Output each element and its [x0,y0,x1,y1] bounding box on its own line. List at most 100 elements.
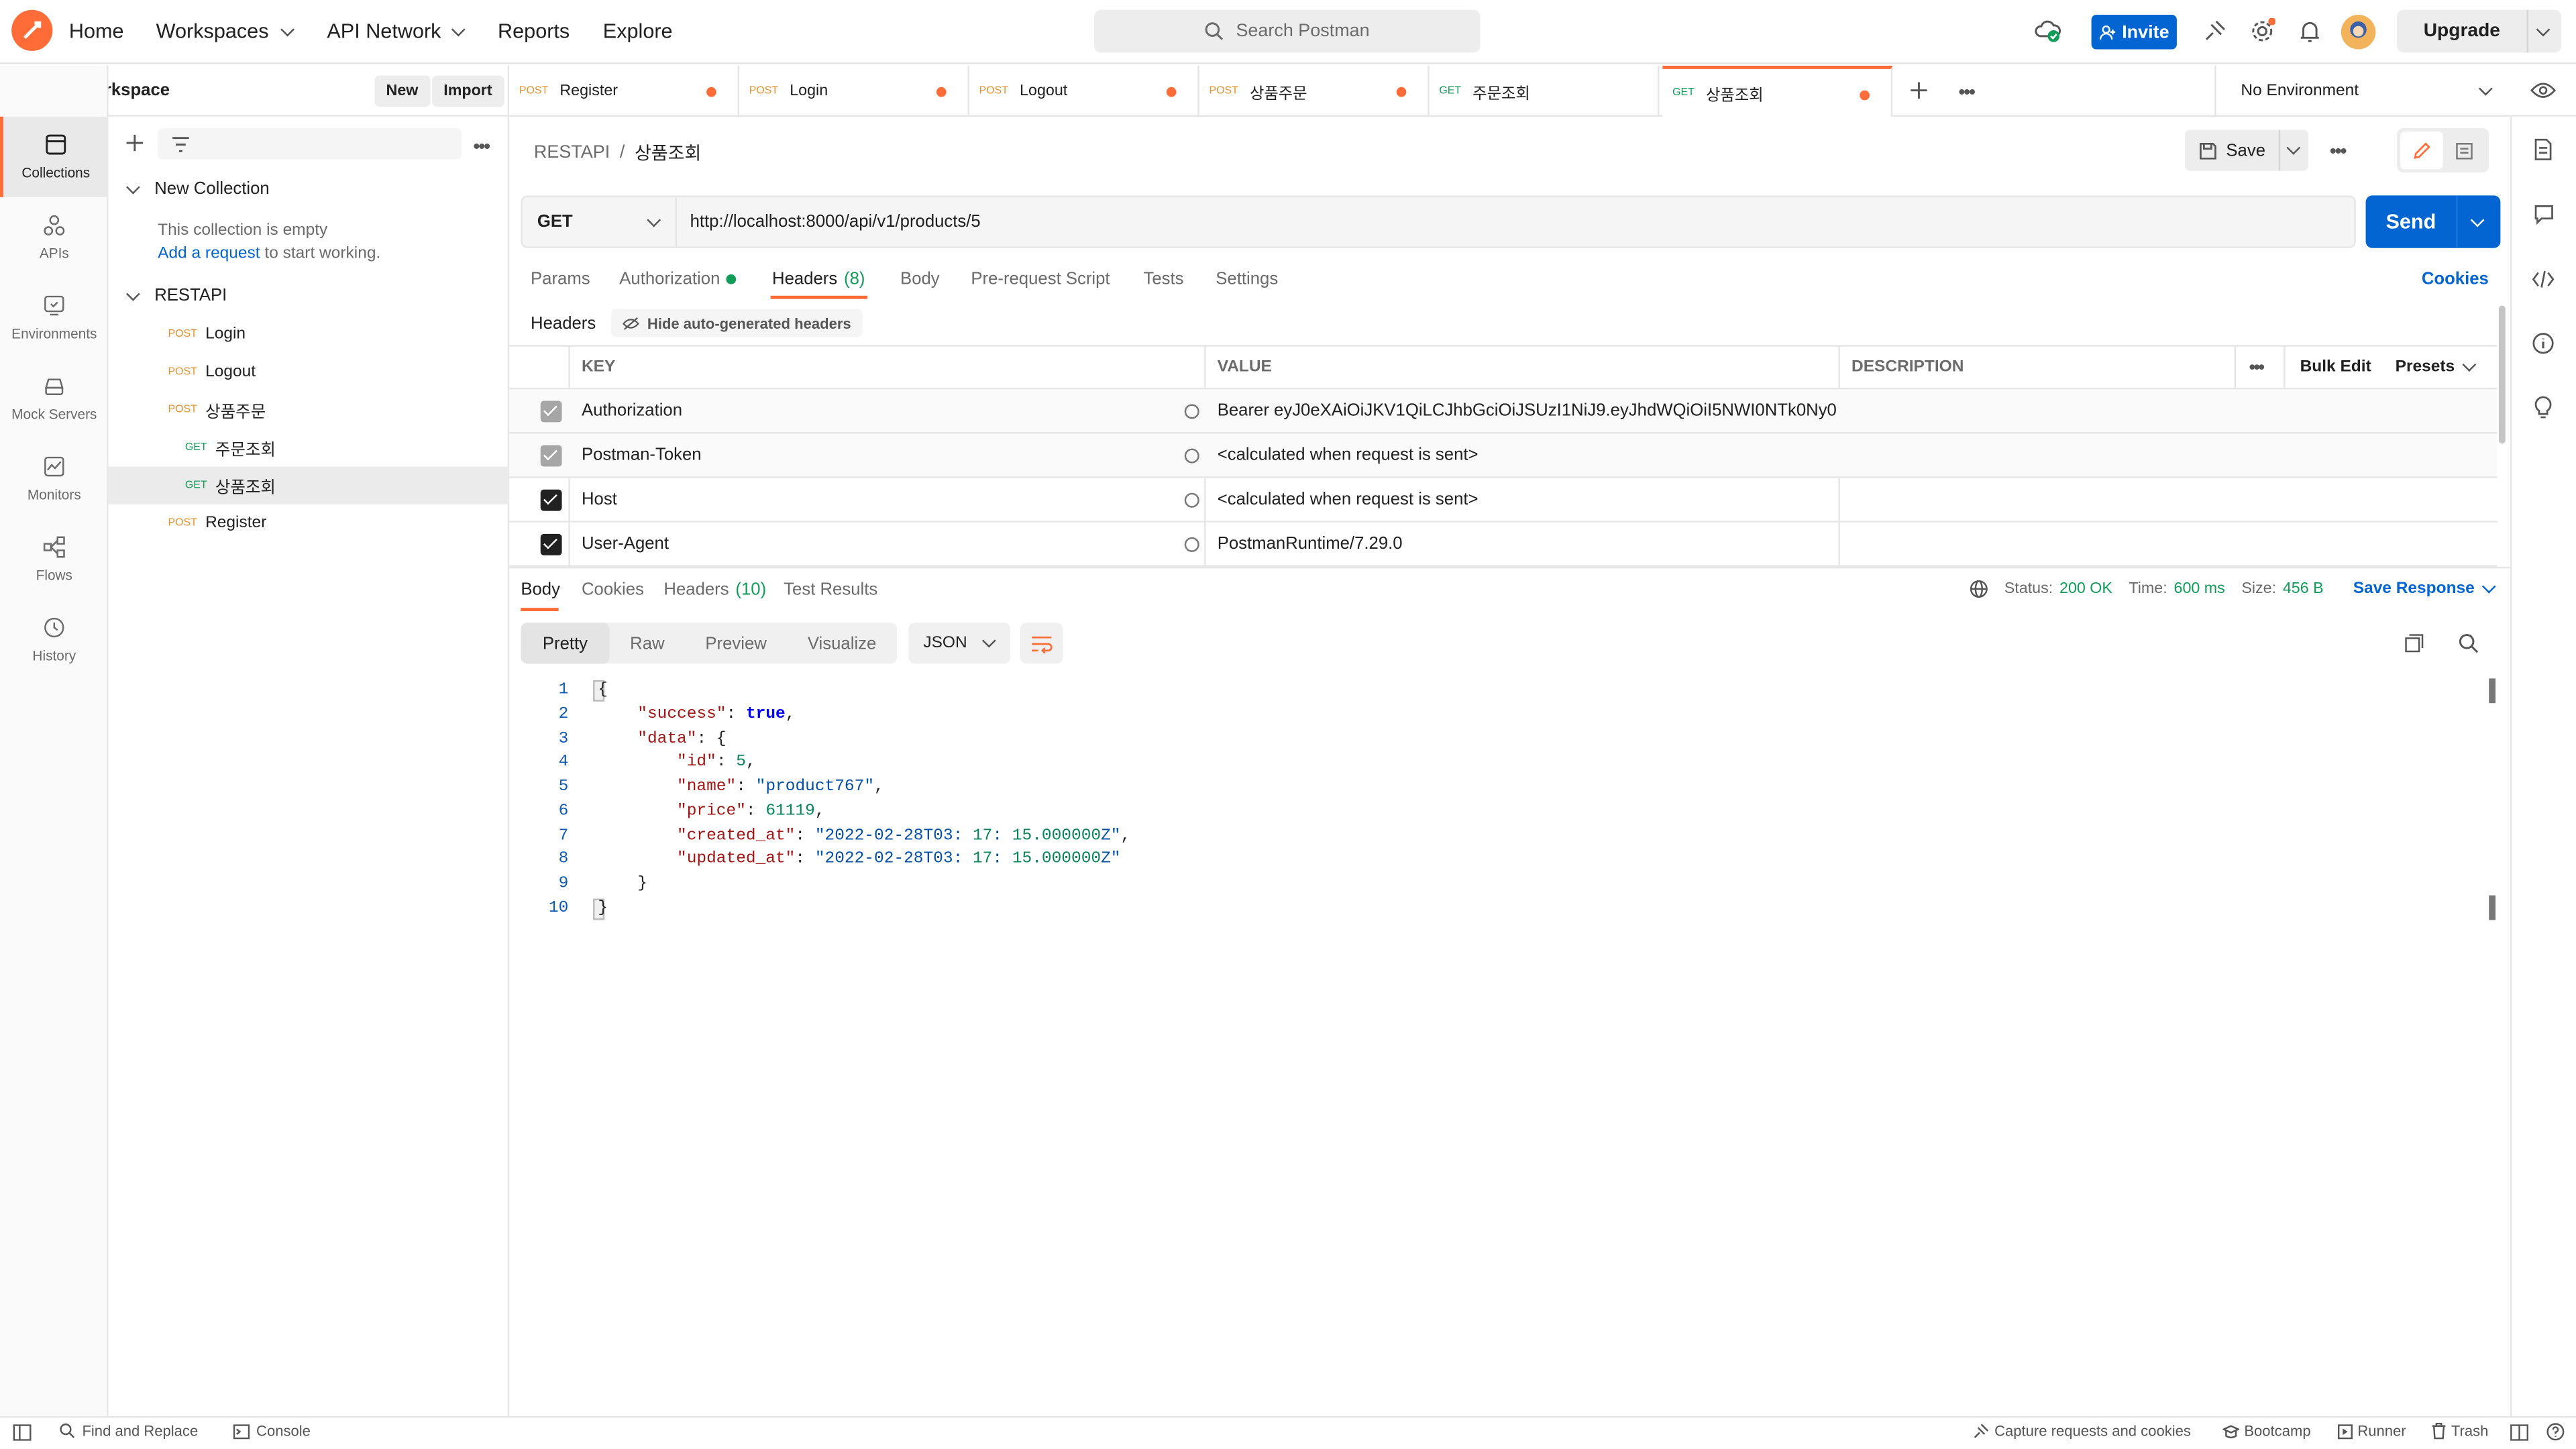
header-enabled-checkbox[interactable] [540,445,562,467]
nav-home[interactable]: Home [69,19,124,42]
method-select[interactable]: GET [523,197,677,247]
comments-icon[interactable] [2533,204,2555,225]
view-visualize[interactable]: Visualize [787,623,897,663]
response-tab-test-results[interactable]: Test Results [784,580,877,599]
capture-button[interactable]: Capture requests and cookies [1973,1423,2191,1439]
rail-flows[interactable]: Flows [0,519,109,600]
info-icon[interactable] [1184,492,1199,507]
header-enabled-checkbox[interactable] [540,489,562,511]
sidebar-item-login[interactable]: POST Login [109,315,510,353]
tab-settings[interactable]: Settings [1216,270,1278,289]
copy-icon[interactable] [2404,633,2425,654]
invite-button[interactable]: Invite [2091,15,2177,50]
hide-auto-headers-button[interactable]: Hide auto-generated headers [611,309,863,337]
rail-environments[interactable]: Environments [0,278,109,358]
documentation-icon[interactable] [2533,138,2553,161]
size-value[interactable]: 456 B [2283,580,2324,598]
wrap-lines-button[interactable] [1020,623,1063,664]
format-select[interactable]: JSON [908,623,1011,664]
tabs-more-icon[interactable]: ••• [1958,80,1976,103]
chevron-down-icon[interactable] [2286,141,2301,155]
cloud-sync-icon[interactable] [2034,18,2062,44]
send-button[interactable]: Send [2365,195,2501,248]
tab-pre-request-script[interactable]: Pre-request Script [971,270,1110,289]
tab-params[interactable]: Params [531,270,590,289]
tab-authorization[interactable]: Authorization [619,270,737,289]
response-tab-body[interactable]: Body [521,580,560,599]
sidebar-item-product-order[interactable]: POST 상품주문 [109,391,510,429]
import-button[interactable]: Import [432,75,504,107]
code-snippet-icon[interactable] [2532,270,2555,289]
request-more-icon[interactable]: ••• [2330,140,2347,162]
bootcamp-button[interactable]: Bootcamp [2222,1423,2311,1439]
sidebar-item-order-lookup[interactable]: GET 주문조회 [109,429,510,466]
headers-scrollbar[interactable] [2498,305,2506,444]
info-icon[interactable] [1184,403,1199,419]
tab-order-lookup[interactable]: GET 주문조회 [1430,65,1660,117]
view-raw[interactable]: Raw [610,623,686,663]
info-icon[interactable] [1184,536,1199,551]
search-response-icon[interactable] [2458,633,2479,654]
tab-product-order[interactable]: POST 상품주문 [1199,65,1430,117]
upgrade-button[interactable]: Upgrade [2397,9,2561,53]
bulk-edit-button[interactable]: Bulk Edit [2300,358,2371,376]
nav-explore[interactable]: Explore [603,19,673,42]
tab-body[interactable]: Body [900,270,940,289]
postman-logo-icon[interactable] [11,9,53,51]
tab-login[interactable]: POST Login [739,65,969,117]
breadcrumb-current[interactable]: 상품조회 [635,140,701,166]
response-tab-cookies[interactable]: Cookies [582,580,644,599]
status-value[interactable]: 200 OK [2059,580,2112,598]
rail-collections[interactable]: Collections [0,116,109,197]
lightbulb-icon[interactable] [2533,394,2553,419]
info-icon[interactable] [1184,447,1199,463]
satellite-icon[interactable] [2203,19,2226,42]
sidebar-item-product-lookup[interactable]: GET 상품조회 [108,466,510,504]
view-pretty[interactable]: Pretty [521,623,610,664]
search-input[interactable]: Search Postman [1094,9,1481,53]
rail-mock-servers[interactable]: Mock Servers [0,358,109,439]
documentation-mode-icon[interactable] [2443,131,2486,169]
collection-restapi[interactable]: RESTAPI [125,286,227,306]
avatar[interactable] [2341,15,2376,50]
save-response-button[interactable]: Save Response [2353,580,2475,598]
nav-api-network[interactable]: API Network [327,19,466,43]
toggle-sidebar-icon[interactable] [13,1424,32,1441]
tab-tests[interactable]: Tests [1144,270,1184,289]
header-enabled-checkbox[interactable] [540,400,562,423]
globe-icon[interactable] [1970,580,1988,598]
cookies-link[interactable]: Cookies [2422,270,2489,289]
breadcrumb-root[interactable]: RESTAPI [534,143,610,162]
more-options-icon[interactable]: ••• [473,135,490,158]
tab-product-lookup[interactable]: GET 상품조회 [1662,65,1893,117]
tab-logout[interactable]: POST Logout [969,65,1199,117]
rail-apis[interactable]: APIs [0,197,109,278]
info-circle-icon[interactable] [2532,332,2555,355]
sidebar-item-register[interactable]: POST Register [109,504,510,542]
rail-history[interactable]: History [0,600,109,680]
add-request-link[interactable]: Add a request [158,245,260,263]
chevron-down-icon[interactable] [2470,212,2485,227]
nav-workspaces[interactable]: Workspaces [156,19,294,43]
chevron-down-icon[interactable] [2536,21,2551,36]
url-input[interactable]: http://localhost:8000/api/v1/products/5 [677,212,2354,231]
environment-select[interactable]: No Environment [2214,65,2510,117]
presets-dropdown[interactable]: Presets [2396,358,2477,376]
new-button[interactable]: New [374,75,430,107]
two-pane-view-icon[interactable] [2510,1424,2529,1441]
collection-new-collection[interactable]: New Collection [125,179,270,199]
console-button[interactable]: Console [233,1423,311,1439]
header-enabled-checkbox[interactable] [540,533,562,555]
chevron-down-icon[interactable] [2482,579,2497,594]
time-value[interactable]: 600 ms [2174,580,2225,598]
help-icon[interactable] [2546,1423,2565,1441]
eye-icon[interactable] [2530,80,2556,100]
add-collection-icon[interactable] [125,133,144,152]
sidebar-item-logout[interactable]: POST Logout [109,354,510,391]
tab-register[interactable]: POST Register [509,65,740,117]
settings-gear-icon[interactable] [2249,17,2275,44]
filter-input[interactable] [158,128,462,160]
view-mode-toggle[interactable] [2397,128,2489,173]
trash-button[interactable]: Trash [2432,1422,2488,1440]
view-preview[interactable]: Preview [685,623,787,663]
